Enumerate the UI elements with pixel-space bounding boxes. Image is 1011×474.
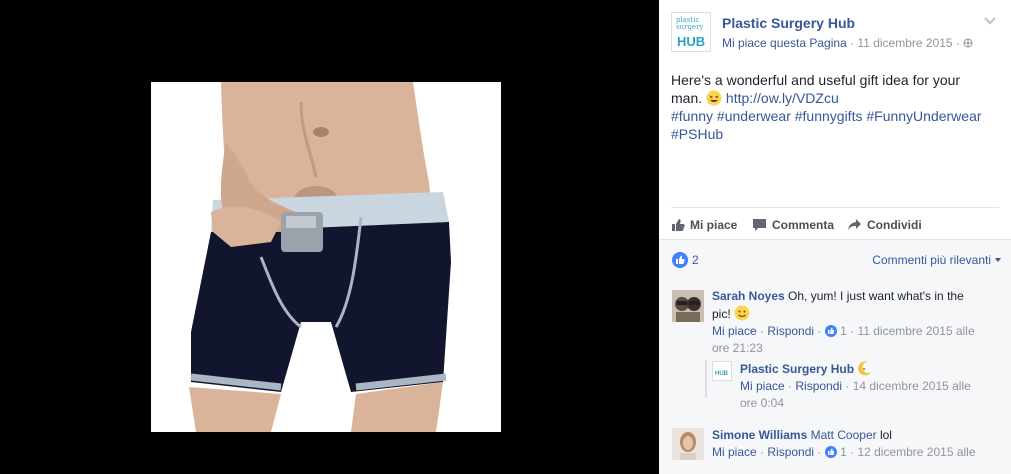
comment-text-line2: pic! (712, 307, 731, 321)
post-sidebar: plastic surgery HUB Plastic Surgery Hub … (659, 0, 1011, 474)
reply-thread-line (705, 360, 707, 398)
comment-reply-link-2[interactable]: Rispondi (767, 445, 814, 459)
comment-like-count-2: 1 (840, 445, 847, 459)
commenter-avatar-simone[interactable] (672, 428, 704, 460)
comments-section: 2 Commenti più rilevanti Sarah Noyes Oh,… (659, 239, 1011, 474)
comment-mention[interactable]: Matt Cooper (811, 428, 877, 442)
reply-logo-text: HUB (715, 371, 728, 377)
reply-action-sep-2: · (842, 379, 853, 393)
share-arrow-icon (848, 219, 861, 230)
post-actions-bar: Mi piace Commenta Condividi (671, 215, 1001, 235)
reply-author[interactable]: Plastic Surgery Hub (740, 362, 854, 376)
share-button[interactable]: Condividi (847, 215, 922, 235)
comment-time-line1[interactable]: 11 dicembre 2015 alle (857, 324, 974, 338)
like-button-label: Mi piace (690, 218, 738, 232)
like-count-value: 2 (692, 253, 699, 267)
comment-author[interactable]: Sarah Noyes (712, 289, 785, 303)
logo-text-bottom: HUB (677, 34, 706, 49)
comment-like-link-2[interactable]: Mi piace (712, 445, 757, 459)
comment-time-line2: ore 21:23 (712, 341, 763, 355)
comment-sort-dropdown[interactable]: Commenti più rilevanti (872, 253, 1001, 267)
post-photo[interactable] (151, 82, 501, 432)
comment-reply-link[interactable]: Rispondi (767, 324, 814, 338)
post-hashtags-line2[interactable]: #PSHub (671, 125, 1001, 143)
like-badge-icon-2 (824, 446, 837, 458)
reply-action-sep: · (784, 379, 796, 393)
post-date[interactable]: 11 dicembre 2015 (857, 36, 952, 50)
underwear-photo-illustration (189, 82, 451, 432)
comment-like-count: 1 (840, 324, 847, 338)
comment-item: Sarah Noyes Oh, yum! I just want what's … (712, 288, 1002, 357)
reply-reply-link[interactable]: Rispondi (795, 379, 842, 393)
comment-action-sep-5: · (814, 445, 825, 459)
smile-emoji-icon (734, 305, 750, 321)
comment-button[interactable]: Commenta (752, 215, 834, 235)
reply-time-line2: ore 0:04 (740, 396, 785, 410)
share-button-label: Condividi (867, 218, 922, 232)
reply-avatar-page[interactable]: HUB (712, 361, 732, 381)
reactions-count[interactable]: 2 (672, 252, 699, 268)
comment-action-sep-6: · (846, 445, 858, 459)
comment-action-sep-2: · (814, 324, 825, 338)
like-reaction-icon (672, 252, 688, 268)
comment-text-2: lol (879, 428, 892, 442)
comment-action-sep-4: · (756, 445, 768, 459)
laughing-emoji-icon (706, 90, 722, 106)
post-text-line1: Here's a wonderful and useful gift idea … (671, 72, 961, 88)
comment-text-line1: Oh, yum! I just want what's in the (788, 289, 964, 303)
comment-icon (753, 219, 766, 231)
comment-item-2: Simone Williams Matt Cooper lol Mi piace… (712, 427, 1002, 461)
reply-time-line1[interactable]: 14 dicembre 2015 alle (853, 379, 971, 393)
like-page-link[interactable]: Mi piace questa Pagina (722, 36, 847, 50)
comment-like-link[interactable]: Mi piace (712, 324, 757, 338)
post-link[interactable]: http://ow.ly/VDZcu (726, 90, 839, 106)
meta-separator-2: · (952, 36, 964, 50)
post-header: plastic surgery HUB Plastic Surgery Hub … (671, 12, 1001, 56)
like-button[interactable]: Mi piace (671, 215, 737, 235)
caret-down-icon (995, 258, 1001, 262)
thumbs-up-icon (672, 219, 685, 231)
post-body: Here's a wonderful and useful gift idea … (671, 71, 1001, 143)
post-meta: Mi piace questa Pagina · 11 dicembre 201… (722, 36, 973, 50)
reply-like-link[interactable]: Mi piace (740, 379, 785, 393)
globe-icon (963, 38, 973, 48)
actions-top-divider (671, 207, 999, 208)
reply-item: Plastic Surgery Hub Mi piace · Rispondi … (740, 360, 1002, 412)
comment-action-sep-3: · (846, 324, 858, 338)
post-text-line2: man. (671, 90, 703, 106)
meta-separator: · (846, 36, 858, 50)
photo-viewer (0, 0, 659, 474)
moon-emoji-icon (858, 361, 872, 376)
commenter-avatar-sarah[interactable] (672, 290, 704, 322)
like-badge-icon (824, 325, 837, 337)
comment-button-label: Commenta (772, 218, 835, 232)
chevron-down-icon[interactable] (983, 14, 997, 28)
post-hashtags-line1[interactable]: #funny #underwear #funnygifts #FunnyUnde… (671, 107, 1001, 125)
comment-time-2[interactable]: 12 dicembre 2015 alle (857, 445, 975, 459)
comment-author-2[interactable]: Simone Williams (712, 428, 807, 442)
page-avatar[interactable]: plastic surgery HUB (671, 12, 711, 52)
logo-text-mid: surgery (676, 23, 704, 31)
page-name-link[interactable]: Plastic Surgery Hub (722, 15, 855, 31)
comment-sort-label: Commenti più rilevanti (872, 253, 991, 267)
comment-action-sep: · (756, 324, 768, 338)
